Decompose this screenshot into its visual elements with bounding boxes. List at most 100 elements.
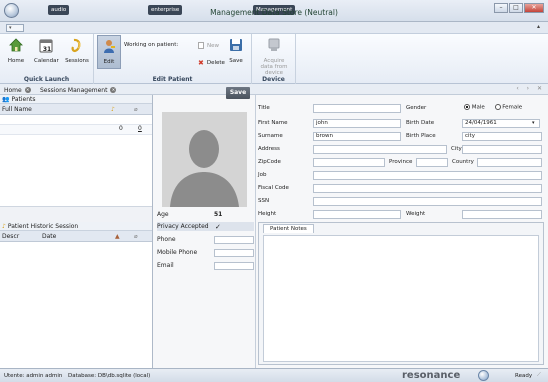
- resize-grip-icon[interactable]: ⟋: [537, 372, 541, 379]
- home-icon: [9, 38, 23, 52]
- firstname-input[interactable]: john: [313, 119, 401, 128]
- email-row: Email: [157, 261, 254, 270]
- attachment-col-icon: ⌀: [134, 105, 138, 113]
- birthdate-input[interactable]: 24/04/1961: [462, 119, 540, 128]
- birthplace-input[interactable]: city: [462, 132, 542, 141]
- close-button[interactable]: ✕: [524, 3, 544, 13]
- brand-logo: resonance: [402, 370, 461, 381]
- maximize-button[interactable]: □: [509, 3, 523, 13]
- col-date[interactable]: Date: [42, 233, 56, 240]
- calendar-button[interactable]: 31 Calendar: [34, 37, 59, 64]
- patients-title: Patients: [11, 95, 36, 103]
- patients-filter-row[interactable]: [0, 115, 152, 125]
- zipcode-label: ZipCode: [258, 159, 281, 165]
- tab-scroll-arrows[interactable]: ‹ › ✕: [516, 85, 545, 92]
- device-icon: [268, 38, 280, 51]
- ssn-input[interactable]: [313, 197, 542, 206]
- new-button[interactable]: New: [198, 42, 219, 49]
- tab-patient-notes[interactable]: Patient Notes: [263, 224, 314, 233]
- tab-home[interactable]: Home ✕: [4, 85, 31, 95]
- sessions-button[interactable]: Sessions: [65, 37, 89, 64]
- new-label: New: [207, 42, 219, 49]
- patient-notes-textarea[interactable]: [263, 235, 539, 362]
- country-input[interactable]: [477, 158, 542, 167]
- home-button[interactable]: Home: [4, 37, 28, 64]
- edit-button[interactable]: Edit: [97, 35, 121, 69]
- address-input[interactable]: [313, 145, 447, 154]
- birthplace-label: Birth Place: [406, 133, 436, 139]
- ribbon-group-device: Acquire data from device Device: [252, 34, 296, 84]
- age-row: Age 51: [157, 210, 254, 219]
- privacy-checkbox[interactable]: ✓: [215, 223, 221, 231]
- close-tab-sessions-icon[interactable]: ✕: [110, 87, 117, 93]
- date-dropdown-icon[interactable]: ▾: [532, 120, 535, 126]
- patients-header: 👥 Patients: [0, 95, 152, 104]
- status-database: Database: DB\db.sqlite (local): [68, 373, 151, 379]
- row-session-count: 0: [119, 125, 123, 132]
- tab-sessions-management[interactable]: Sessions Management ✕: [40, 85, 117, 95]
- male-radio[interactable]: [464, 104, 470, 110]
- height-input[interactable]: [313, 210, 401, 219]
- province-input[interactable]: [416, 158, 448, 167]
- history-title: Patient Historic Session: [7, 222, 79, 230]
- mobile-row: Mobile Phone: [157, 248, 254, 257]
- gender-radio-group: Male Female: [462, 104, 542, 113]
- col-descr[interactable]: Descr: [0, 233, 19, 240]
- table-row[interactable]: 0 0: [0, 125, 152, 135]
- patients-icon: 👥: [2, 95, 10, 103]
- save-button[interactable]: Save: [226, 87, 250, 99]
- history-grid-header: Descr Date ▲ ⌀: [0, 231, 152, 242]
- calendar-label: Calendar: [34, 58, 59, 64]
- patients-panel: 👥 Patients Full Name ♪ ⌀ 0 0 ♪ Patient H…: [0, 95, 153, 368]
- fiscal-code-input[interactable]: [313, 184, 542, 193]
- close-tab-home-icon[interactable]: ✕: [24, 87, 31, 93]
- city-input[interactable]: [462, 145, 542, 154]
- working-on-patient-label: Working on patient:: [124, 42, 178, 48]
- quick-access-menu-button[interactable]: ▾: [6, 24, 24, 32]
- fiscal-code-label: Fiscal Code: [258, 185, 289, 191]
- status-bar: Utente: admin admin Database: DB\db.sqli…: [0, 368, 548, 382]
- ribbon-save-button[interactable]: Save: [225, 37, 247, 64]
- delete-button[interactable]: ✖ Delete: [198, 59, 225, 67]
- delete-icon: ✖: [198, 59, 204, 67]
- patient-photo[interactable]: [162, 112, 247, 207]
- privacy-row: Privacy Accepted ✓: [157, 222, 254, 231]
- patient-summary-panel: Age 51 Privacy Accepted ✓ Phone Mobile P…: [153, 95, 256, 368]
- female-radio[interactable]: [494, 104, 501, 110]
- edit-patient-icon: [104, 40, 115, 53]
- surname-input[interactable]: brown: [313, 132, 401, 141]
- email-input[interactable]: [214, 261, 254, 270]
- birthdate-label: Birth Date: [406, 120, 435, 126]
- mobile-label: Mobile Phone: [157, 249, 198, 256]
- ribbon-collapse-icon[interactable]: ▴: [537, 23, 540, 30]
- minimize-button[interactable]: –: [494, 3, 508, 13]
- title-input[interactable]: [313, 104, 401, 113]
- history-col-icon-1: ▲: [115, 232, 120, 240]
- col-full-name[interactable]: Full Name: [0, 106, 32, 113]
- ribbon-group-edit-patient: Edit Working on patient: New ✖ Delete Sa…: [94, 34, 252, 84]
- weight-label: Weight: [406, 211, 426, 217]
- phone-label: Phone: [157, 236, 176, 243]
- sessions-col-icon: ♪: [111, 105, 115, 113]
- weight-input[interactable]: [462, 210, 542, 219]
- phone-input[interactable]: [214, 235, 254, 244]
- patients-grid-body: [0, 135, 152, 206]
- city-label: City: [451, 146, 462, 152]
- sessions-label: Sessions: [65, 58, 89, 64]
- mobile-input[interactable]: [214, 248, 254, 257]
- group-label-edit-patient: Edit Patient: [152, 76, 193, 83]
- firstname-label: First Name: [258, 120, 288, 126]
- calendar-day: 31: [42, 46, 52, 53]
- working-on-text: Working on patient:: [124, 42, 179, 48]
- job-input[interactable]: [313, 171, 542, 180]
- province-label: Province: [389, 159, 413, 165]
- privacy-label: Privacy Accepted: [157, 223, 209, 230]
- zipcode-input[interactable]: [313, 158, 385, 167]
- group-label-quick-launch: Quick Launch: [23, 76, 70, 83]
- surname-label: Surname: [258, 133, 283, 139]
- job-label: Job: [258, 172, 267, 178]
- tab-sessions-label: Sessions Management: [40, 86, 108, 94]
- acquire-data-button[interactable]: Acquire data from device: [258, 37, 290, 76]
- edit-label: Edit: [103, 59, 115, 65]
- quick-access-toolbar: ▾ ▴: [0, 22, 548, 34]
